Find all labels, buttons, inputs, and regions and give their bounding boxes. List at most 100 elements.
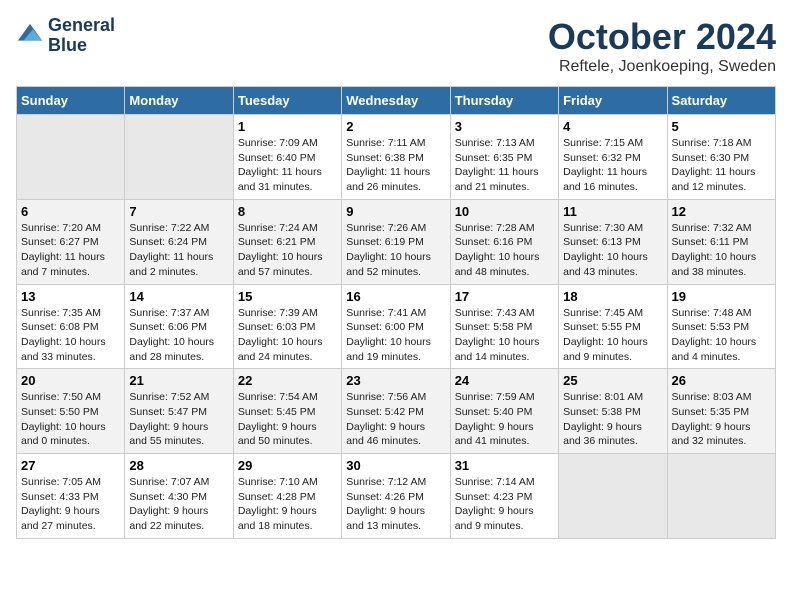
day-cell: 11Sunrise: 7:30 AM Sunset: 6:13 PM Dayli… [559,199,667,284]
day-number: 23 [346,373,445,388]
day-info: Sunrise: 7:41 AM Sunset: 6:00 PM Dayligh… [346,306,445,365]
week-row-3: 13 Sunrise: 7:35 AM Sunset: 6:08 PM Dayli… [17,284,776,369]
day-number: 3 [455,119,554,134]
day-cell: 30Sunrise: 7:12 AM Sunset: 4:26 PM Dayli… [342,454,450,539]
day-number: 10 [455,204,554,219]
day-number: 4 [563,119,662,134]
logo-line1: General [48,16,115,36]
day-number: 9 [346,204,445,219]
day-cell: 15Sunrise: 7:39 AM Sunset: 6:03 PM Dayli… [233,284,341,369]
day-cell: 3 Sunrise: 7:13 AM Sunset: 6:35 PM Daylig… [450,115,558,200]
day-info: Sunrise: 7:50 AM Sunset: 5:50 PM Dayligh… [21,390,120,449]
day-info: Sunrise: 7:20 AM Sunset: 6:27 PM Dayligh… [21,221,120,280]
day-cell: 28 Sunrise: 7:07 AM Sunset: 4:30 PM Dayli… [125,454,233,539]
month-title: October 2024 [548,16,776,58]
day-cell: 24Sunrise: 7:59 AM Sunset: 5:40 PM Dayli… [450,369,558,454]
day-cell: 17Sunrise: 7:43 AM Sunset: 5:58 PM Dayli… [450,284,558,369]
day-info: Sunrise: 7:28 AM Sunset: 6:16 PM Dayligh… [455,221,554,280]
page-header: General Blue October 2024 Reftele, Joenk… [16,16,776,76]
day-cell: 1 Sunrise: 7:09 AM Sunset: 6:40 PM Daylig… [233,115,341,200]
day-cell: 6Sunrise: 7:20 AM Sunset: 6:27 PM Daylig… [17,199,125,284]
logo-icon [16,22,44,50]
day-cell [667,454,775,539]
day-info: Sunrise: 7:13 AM Sunset: 6:35 PM Dayligh… [455,136,554,195]
week-row-2: 6Sunrise: 7:20 AM Sunset: 6:27 PM Daylig… [17,199,776,284]
header-row: SundayMondayTuesdayWednesdayThursdayFrid… [17,87,776,115]
day-cell: 9 Sunrise: 7:26 AM Sunset: 6:19 PM Daylig… [342,199,450,284]
day-number: 16 [346,289,445,304]
col-header-tuesday: Tuesday [233,87,341,115]
day-cell [125,115,233,200]
col-header-thursday: Thursday [450,87,558,115]
col-header-sunday: Sunday [17,87,125,115]
day-info: Sunrise: 7:22 AM Sunset: 6:24 PM Dayligh… [129,221,228,280]
day-info: Sunrise: 7:26 AM Sunset: 6:19 PM Dayligh… [346,221,445,280]
col-header-wednesday: Wednesday [342,87,450,115]
day-cell: 8 Sunrise: 7:24 AM Sunset: 6:21 PM Daylig… [233,199,341,284]
week-row-4: 20 Sunrise: 7:50 AM Sunset: 5:50 PM Dayli… [17,369,776,454]
day-cell: 5 Sunrise: 7:18 AM Sunset: 6:30 PM Daylig… [667,115,775,200]
logo-text: General Blue [48,16,115,56]
day-info: Sunrise: 8:03 AM Sunset: 5:35 PM Dayligh… [672,390,771,449]
day-cell: 2 Sunrise: 7:11 AM Sunset: 6:38 PM Daylig… [342,115,450,200]
day-cell: 27Sunrise: 7:05 AM Sunset: 4:33 PM Dayli… [17,454,125,539]
day-cell: 14 Sunrise: 7:37 AM Sunset: 6:06 PM Dayli… [125,284,233,369]
day-cell: 26 Sunrise: 8:03 AM Sunset: 5:35 PM Dayli… [667,369,775,454]
day-cell: 25Sunrise: 8:01 AM Sunset: 5:38 PM Dayli… [559,369,667,454]
day-number: 29 [238,458,337,473]
day-info: Sunrise: 7:24 AM Sunset: 6:21 PM Dayligh… [238,221,337,280]
day-number: 27 [21,458,120,473]
day-cell: 21 Sunrise: 7:52 AM Sunset: 5:47 PM Dayli… [125,369,233,454]
day-cell: 20 Sunrise: 7:50 AM Sunset: 5:50 PM Dayli… [17,369,125,454]
day-number: 11 [563,204,662,219]
day-number: 14 [129,289,228,304]
day-number: 7 [129,204,228,219]
day-info: Sunrise: 7:52 AM Sunset: 5:47 PM Dayligh… [129,390,228,449]
day-number: 2 [346,119,445,134]
day-info: Sunrise: 7:11 AM Sunset: 6:38 PM Dayligh… [346,136,445,195]
day-cell: 13 Sunrise: 7:35 AM Sunset: 6:08 PM Dayli… [17,284,125,369]
day-number: 30 [346,458,445,473]
day-cell: 16 Sunrise: 7:41 AM Sunset: 6:00 PM Dayli… [342,284,450,369]
day-number: 12 [672,204,771,219]
day-number: 21 [129,373,228,388]
day-cell: 10 Sunrise: 7:28 AM Sunset: 6:16 PM Dayli… [450,199,558,284]
day-info: Sunrise: 7:45 AM Sunset: 5:55 PM Dayligh… [563,306,662,365]
day-info: Sunrise: 7:48 AM Sunset: 5:53 PM Dayligh… [672,306,771,365]
day-cell [17,115,125,200]
day-info: Sunrise: 7:35 AM Sunset: 6:08 PM Dayligh… [21,306,120,365]
day-cell: 22Sunrise: 7:54 AM Sunset: 5:45 PM Dayli… [233,369,341,454]
day-cell: 29Sunrise: 7:10 AM Sunset: 4:28 PM Dayli… [233,454,341,539]
day-number: 8 [238,204,337,219]
day-number: 1 [238,119,337,134]
day-cell: 4 Sunrise: 7:15 AM Sunset: 6:32 PM Daylig… [559,115,667,200]
day-number: 26 [672,373,771,388]
day-info: Sunrise: 7:37 AM Sunset: 6:06 PM Dayligh… [129,306,228,365]
day-info: Sunrise: 7:14 AM Sunset: 4:23 PM Dayligh… [455,475,554,534]
title-block: October 2024 Reftele, Joenkoeping, Swede… [548,16,776,76]
day-number: 19 [672,289,771,304]
day-info: Sunrise: 7:59 AM Sunset: 5:40 PM Dayligh… [455,390,554,449]
day-number: 20 [21,373,120,388]
day-cell [559,454,667,539]
day-number: 31 [455,458,554,473]
day-info: Sunrise: 8:01 AM Sunset: 5:38 PM Dayligh… [563,390,662,449]
day-number: 17 [455,289,554,304]
day-cell: 18Sunrise: 7:45 AM Sunset: 5:55 PM Dayli… [559,284,667,369]
week-row-1: 1 Sunrise: 7:09 AM Sunset: 6:40 PM Daylig… [17,115,776,200]
day-cell: 19 Sunrise: 7:48 AM Sunset: 5:53 PM Dayli… [667,284,775,369]
day-info: Sunrise: 7:15 AM Sunset: 6:32 PM Dayligh… [563,136,662,195]
logo-line2: Blue [48,36,115,56]
day-number: 5 [672,119,771,134]
day-number: 15 [238,289,337,304]
col-header-monday: Monday [125,87,233,115]
week-row-5: 27Sunrise: 7:05 AM Sunset: 4:33 PM Dayli… [17,454,776,539]
day-info: Sunrise: 7:09 AM Sunset: 6:40 PM Dayligh… [238,136,337,195]
day-number: 22 [238,373,337,388]
day-cell: 7 Sunrise: 7:22 AM Sunset: 6:24 PM Daylig… [125,199,233,284]
day-number: 13 [21,289,120,304]
day-info: Sunrise: 7:18 AM Sunset: 6:30 PM Dayligh… [672,136,771,195]
day-number: 28 [129,458,228,473]
col-header-saturday: Saturday [667,87,775,115]
day-info: Sunrise: 7:07 AM Sunset: 4:30 PM Dayligh… [129,475,228,534]
